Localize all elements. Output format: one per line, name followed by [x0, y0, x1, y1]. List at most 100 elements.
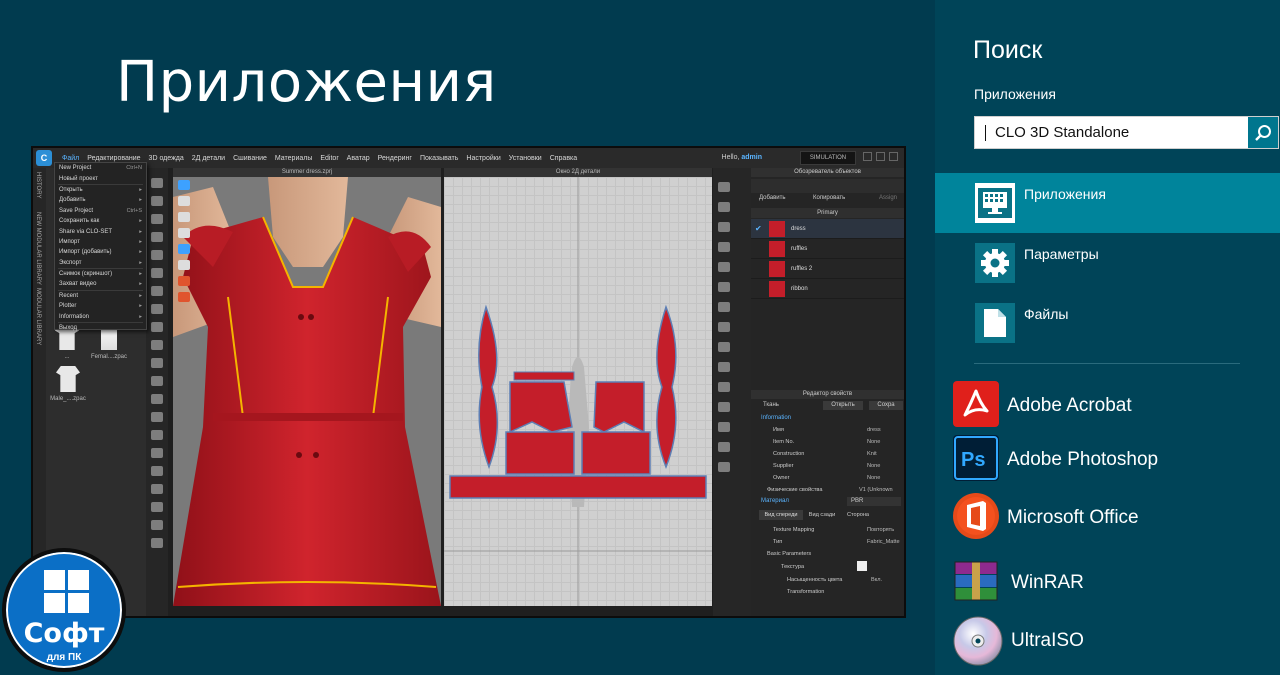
add-button[interactable]: Добавить — [759, 195, 786, 201]
search-button[interactable] — [1248, 117, 1278, 148]
tool-icon[interactable] — [178, 260, 190, 270]
app-adobe-photoshop[interactable]: Ps Adobe Photoshop — [953, 435, 1273, 485]
menu-item-recent[interactable]: Recent ▸ — [55, 291, 146, 301]
menu-avatar[interactable]: Аватар — [343, 155, 374, 162]
tool-icon[interactable] — [718, 422, 730, 432]
menu-materials[interactable]: Материалы — [271, 155, 316, 162]
menu-item-import[interactable]: Импорт ▸ — [55, 237, 146, 247]
tool-icon[interactable] — [718, 442, 730, 452]
tool-icon[interactable] — [151, 196, 163, 206]
property-row[interactable]: Имя dress — [751, 424, 904, 436]
copy-button[interactable]: Копировать — [813, 195, 845, 201]
menu-help[interactable]: Справка — [546, 155, 581, 162]
tool-icon[interactable] — [151, 214, 163, 224]
menu-item-save-as[interactable]: Сохранить как ▸ — [55, 216, 146, 226]
menu-item-new-project[interactable]: New Project Ctrl+N — [55, 163, 146, 173]
save-button[interactable]: Сохра — [869, 401, 903, 410]
fabric-row-dress[interactable]: ✔ dress — [751, 219, 904, 239]
minimize-icon[interactable] — [863, 152, 872, 161]
menu-render[interactable]: Рендеринг — [374, 155, 416, 162]
menu-preferences[interactable]: Установки — [505, 155, 546, 162]
menu-edit[interactable]: Редактирование — [83, 155, 144, 162]
tool-icon[interactable] — [151, 286, 163, 296]
tool-icon[interactable] — [718, 462, 730, 472]
tool-icon[interactable] — [151, 448, 163, 458]
tool-icon[interactable] — [151, 520, 163, 530]
3d-viewport[interactable] — [173, 177, 441, 606]
tab-modular-library[interactable]: MODULAR LIBRARY — [35, 288, 41, 345]
property-row[interactable]: Transformation — [751, 586, 904, 598]
fabric-row-ruffles-2[interactable]: ruffles 2 — [751, 259, 904, 279]
menu-item-open[interactable]: Открыть ▸ — [55, 185, 146, 195]
tool-icon[interactable] — [718, 382, 730, 392]
menu-item-import-add[interactable]: Импорт (добавить) ▸ — [55, 247, 146, 257]
property-row[interactable]: Owner None — [751, 472, 904, 484]
property-row[interactable]: Supplier None — [751, 460, 904, 472]
menu-file[interactable]: Файл — [58, 155, 83, 162]
property-row[interactable]: Насыщенность цвета Вкл. — [751, 574, 904, 586]
tool-icon[interactable] — [178, 196, 190, 206]
username[interactable]: admin — [741, 154, 762, 161]
tab-side[interactable]: Сторона — [841, 510, 875, 520]
app-winrar[interactable]: WinRAR — [953, 558, 1273, 608]
property-row[interactable]: Item No. None — [751, 436, 904, 448]
open-button[interactable]: Открыть — [823, 401, 863, 410]
search-input[interactable] — [975, 117, 1210, 148]
tab-front[interactable]: Вид спереди — [759, 510, 803, 520]
tab-history[interactable]: HISTORY — [35, 172, 41, 198]
tool-icon[interactable] — [178, 276, 190, 286]
tool-icon[interactable] — [718, 322, 730, 332]
tool-icon[interactable] — [178, 228, 190, 238]
tool-icon[interactable] — [151, 304, 163, 314]
tool-icon[interactable] — [178, 212, 190, 222]
tool-icon[interactable] — [151, 232, 163, 242]
tab-back[interactable]: Вид сзади — [805, 510, 839, 520]
information-section[interactable]: Information — [761, 415, 791, 421]
fabric-row-ruffles[interactable]: ruffles — [751, 239, 904, 259]
property-row[interactable]: Физические свойства V1 (Unknown — [751, 484, 904, 496]
3d-garment-window[interactable]: Summer dress.zprj — [173, 168, 441, 606]
menu-item-new-project-ru[interactable]: Новый проект — [55, 173, 146, 183]
tool-icon[interactable] — [718, 302, 730, 312]
tool-icon[interactable] — [718, 222, 730, 232]
menu-item-share[interactable]: Share via CLO-SET ▸ — [55, 226, 146, 236]
tool-icon[interactable] — [151, 358, 163, 368]
menu-item-add[interactable]: Добавить ▸ — [55, 195, 146, 205]
tool-icon[interactable] — [151, 484, 163, 494]
menu-settings[interactable]: Настройки — [462, 155, 504, 162]
simulation-button[interactable]: SIMULATION — [800, 151, 856, 165]
tool-icon[interactable] — [151, 394, 163, 404]
property-row[interactable]: Basic Parameters — [751, 548, 904, 560]
menu-item-export[interactable]: Экспорт ▸ — [55, 258, 146, 268]
property-row[interactable]: Construction Knit — [751, 448, 904, 460]
tool-icon[interactable] — [718, 262, 730, 272]
menu-sewing[interactable]: Сшивание — [229, 155, 271, 162]
property-row[interactable]: Текстура — [751, 561, 904, 573]
close-icon[interactable] — [889, 152, 898, 161]
category-settings[interactable]: Параметры — [935, 233, 1280, 293]
maximize-icon[interactable] — [876, 152, 885, 161]
tool-icon[interactable] — [718, 242, 730, 252]
tool-icon[interactable] — [718, 282, 730, 292]
app-adobe-acrobat[interactable]: Adobe Acrobat — [953, 381, 1273, 431]
tool-icon[interactable] — [151, 412, 163, 422]
property-row[interactable]: Тип Fabric_Matte — [751, 536, 904, 548]
menu-item-information[interactable]: Information ▸ — [55, 311, 146, 321]
tool-icon[interactable] — [151, 178, 163, 188]
2d-pattern-window[interactable]: Окно 2Д детали — [444, 168, 712, 606]
menu-item-video-capture[interactable]: Захват видео ▸ — [55, 279, 146, 289]
property-row[interactable]: Texture Mapping Повторять — [751, 524, 904, 536]
tool-icon[interactable] — [151, 430, 163, 440]
material-section[interactable]: Материал — [761, 498, 789, 504]
tool-icon[interactable] — [151, 322, 163, 332]
2d-viewport[interactable] — [444, 177, 712, 606]
menu-2d-pattern[interactable]: 2Д детали — [188, 155, 229, 162]
tool-icon[interactable] — [151, 538, 163, 548]
category-apps[interactable]: Приложения — [935, 173, 1280, 233]
tool-icon[interactable] — [151, 340, 163, 350]
tool-icon[interactable] — [151, 502, 163, 512]
fabric-row-ribbon[interactable]: ribbon — [751, 279, 904, 299]
tool-icon[interactable] — [151, 250, 163, 260]
menu-item-save-project[interactable]: Save Project Ctrl+S — [55, 206, 146, 216]
menu-3d-garment[interactable]: 3D одежда — [145, 155, 188, 162]
